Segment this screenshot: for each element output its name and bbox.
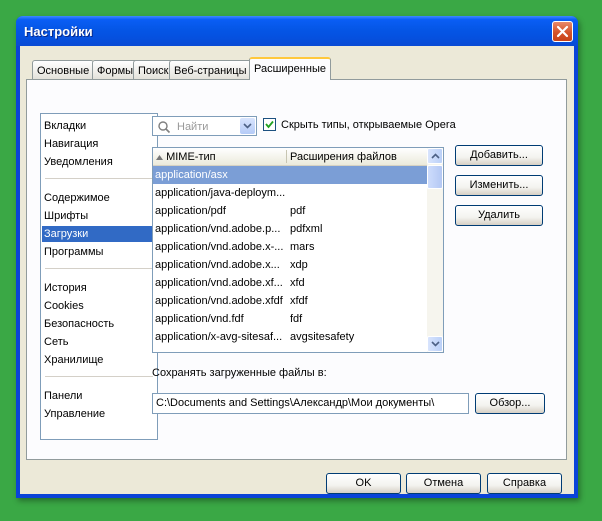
download-path-field[interactable]: C:\Documents and Settings\Александр\Мои …: [152, 393, 469, 414]
chevron-up-icon: [431, 153, 440, 159]
browse-button[interactable]: Обзор...: [475, 393, 545, 414]
chevron-down-icon: [431, 341, 440, 347]
category-item-tabs[interactable]: Вкладки: [42, 118, 156, 134]
category-separator: [45, 178, 153, 179]
mime-cell: application/vnd.fdf: [155, 313, 244, 325]
extension-cell: avgsitesafety: [290, 331, 355, 343]
extension-cell: pdfxml: [290, 223, 323, 235]
mime-cell: application/vnd.adobe.x...: [155, 259, 280, 271]
mime-cell: application/x-avg-sitesaf...: [155, 331, 283, 343]
mime-cell: application/asx: [155, 169, 228, 181]
search-icon: [158, 121, 171, 134]
mime-cell: application/vnd.adobe.p...: [155, 223, 281, 235]
table-row[interactable]: application/vnd.fdf fdf: [153, 310, 427, 328]
mime-cell: application/pdf: [155, 205, 226, 217]
column-divider[interactable]: [286, 150, 287, 163]
mime-cell: application/java-deploym...: [155, 187, 285, 199]
help-button[interactable]: Справка: [487, 473, 562, 494]
category-separator: [45, 376, 153, 377]
mime-type-list[interactable]: MIME-тип Расширения файлов application/a…: [152, 147, 444, 353]
mime-cell: application/vnd.adobe.xf...: [155, 277, 283, 289]
ok-button[interactable]: OK: [326, 473, 401, 494]
add-button[interactable]: Добавить...: [455, 145, 543, 166]
delete-button[interactable]: Удалить: [455, 205, 543, 226]
save-location-label: Сохранять загруженные файлы в:: [152, 367, 327, 379]
tab-label: Формы: [97, 65, 134, 77]
checkmark-icon: [265, 120, 274, 129]
window-title: Настройки: [24, 24, 93, 39]
column-header-extensions[interactable]: Расширения файлов: [290, 151, 397, 163]
table-row[interactable]: application/vnd.adobe.x-... mars: [153, 238, 427, 256]
close-button[interactable]: [552, 21, 573, 42]
tab-forms[interactable]: Формы: [92, 60, 139, 79]
tab-advanced[interactable]: Расширенные: [249, 57, 331, 80]
table-row[interactable]: application/asx: [153, 166, 427, 184]
chevron-down-icon: [243, 123, 252, 129]
tab-search[interactable]: Поиск: [133, 60, 174, 79]
category-item-fonts[interactable]: Шрифты: [42, 208, 156, 224]
close-icon: [556, 25, 569, 38]
category-list[interactable]: Вкладки Навигация Уведомления Содержимое…: [40, 113, 158, 440]
settings-window: Настройки Основные Формы Поиск Веб-стран…: [16, 16, 578, 498]
mime-cell: application/vnd.adobe.x-...: [155, 241, 284, 253]
extension-cell: xfdf: [290, 295, 308, 307]
extension-cell: xdp: [290, 259, 308, 271]
category-item-navigation[interactable]: Навигация: [42, 136, 156, 152]
category-item-storage[interactable]: Хранилище: [42, 352, 156, 368]
scroll-down-button[interactable]: [427, 336, 443, 352]
search-input[interactable]: Найти: [152, 116, 257, 136]
category-item-programs[interactable]: Программы: [42, 244, 156, 260]
category-item-content[interactable]: Содержимое: [42, 190, 156, 206]
category-item-cookies[interactable]: Cookies: [42, 298, 156, 314]
table-row[interactable]: application/vnd.adobe.x... xdp: [153, 256, 427, 274]
cancel-button[interactable]: Отмена: [406, 473, 481, 494]
hide-types-checkbox[interactable]: [263, 118, 276, 131]
search-dropdown-button[interactable]: [240, 118, 255, 134]
table-row[interactable]: application/vnd.adobe.xfdf xfdf: [153, 292, 427, 310]
vertical-scrollbar[interactable]: [427, 148, 443, 352]
table-row[interactable]: application/pdf pdf: [153, 202, 427, 220]
edit-button[interactable]: Изменить...: [455, 175, 543, 196]
category-separator: [45, 268, 153, 269]
search-placeholder: Найти: [177, 121, 209, 133]
tab-webpages[interactable]: Веб-страницы: [169, 60, 252, 79]
mime-cell: application/vnd.adobe.xfdf: [155, 295, 283, 307]
table-row[interactable]: application/x-avg-sitesaf... avgsitesafe…: [153, 328, 427, 346]
hide-types-label[interactable]: Скрыть типы, открываемые Opera: [281, 119, 456, 131]
tab-label: Основные: [37, 65, 90, 77]
tab-label: Расширенные: [254, 63, 326, 75]
column-header-mime[interactable]: MIME-тип: [156, 151, 216, 163]
category-item-downloads[interactable]: Загрузки: [42, 226, 156, 242]
category-item-history[interactable]: История: [42, 280, 156, 296]
extension-cell: fdf: [290, 313, 303, 325]
extension-cell: mars: [290, 241, 315, 253]
tab-basic[interactable]: Основные: [32, 60, 95, 79]
extension-cell: pdf: [290, 205, 306, 217]
sort-ascending-icon: [156, 155, 163, 160]
table-row[interactable]: application/java-deploym...: [153, 184, 427, 202]
table-row[interactable]: application/vnd.adobe.xf... xfd: [153, 274, 427, 292]
tab-label: Поиск: [138, 65, 169, 77]
table-row[interactable]: application/vnd.adobe.p... pdfxml: [153, 220, 427, 238]
category-item-management[interactable]: Управление: [42, 406, 156, 422]
category-item-network[interactable]: Сеть: [42, 334, 156, 350]
column-header-mime-label: MIME-тип: [166, 151, 216, 163]
tab-label: Веб-страницы: [174, 65, 247, 77]
category-item-notifications[interactable]: Уведомления: [42, 154, 156, 170]
title-bar[interactable]: Настройки: [16, 16, 578, 46]
category-item-security[interactable]: Безопасность: [42, 316, 156, 332]
mime-list-header: MIME-тип Расширения файлов: [153, 148, 427, 166]
dialog-body: Основные Формы Поиск Веб-страницы Расшир…: [20, 46, 574, 494]
extension-cell: xfd: [290, 277, 305, 289]
scroll-up-button[interactable]: [427, 148, 443, 164]
scroll-thumb[interactable]: [427, 165, 443, 189]
category-item-toolbars[interactable]: Панели: [42, 388, 156, 404]
